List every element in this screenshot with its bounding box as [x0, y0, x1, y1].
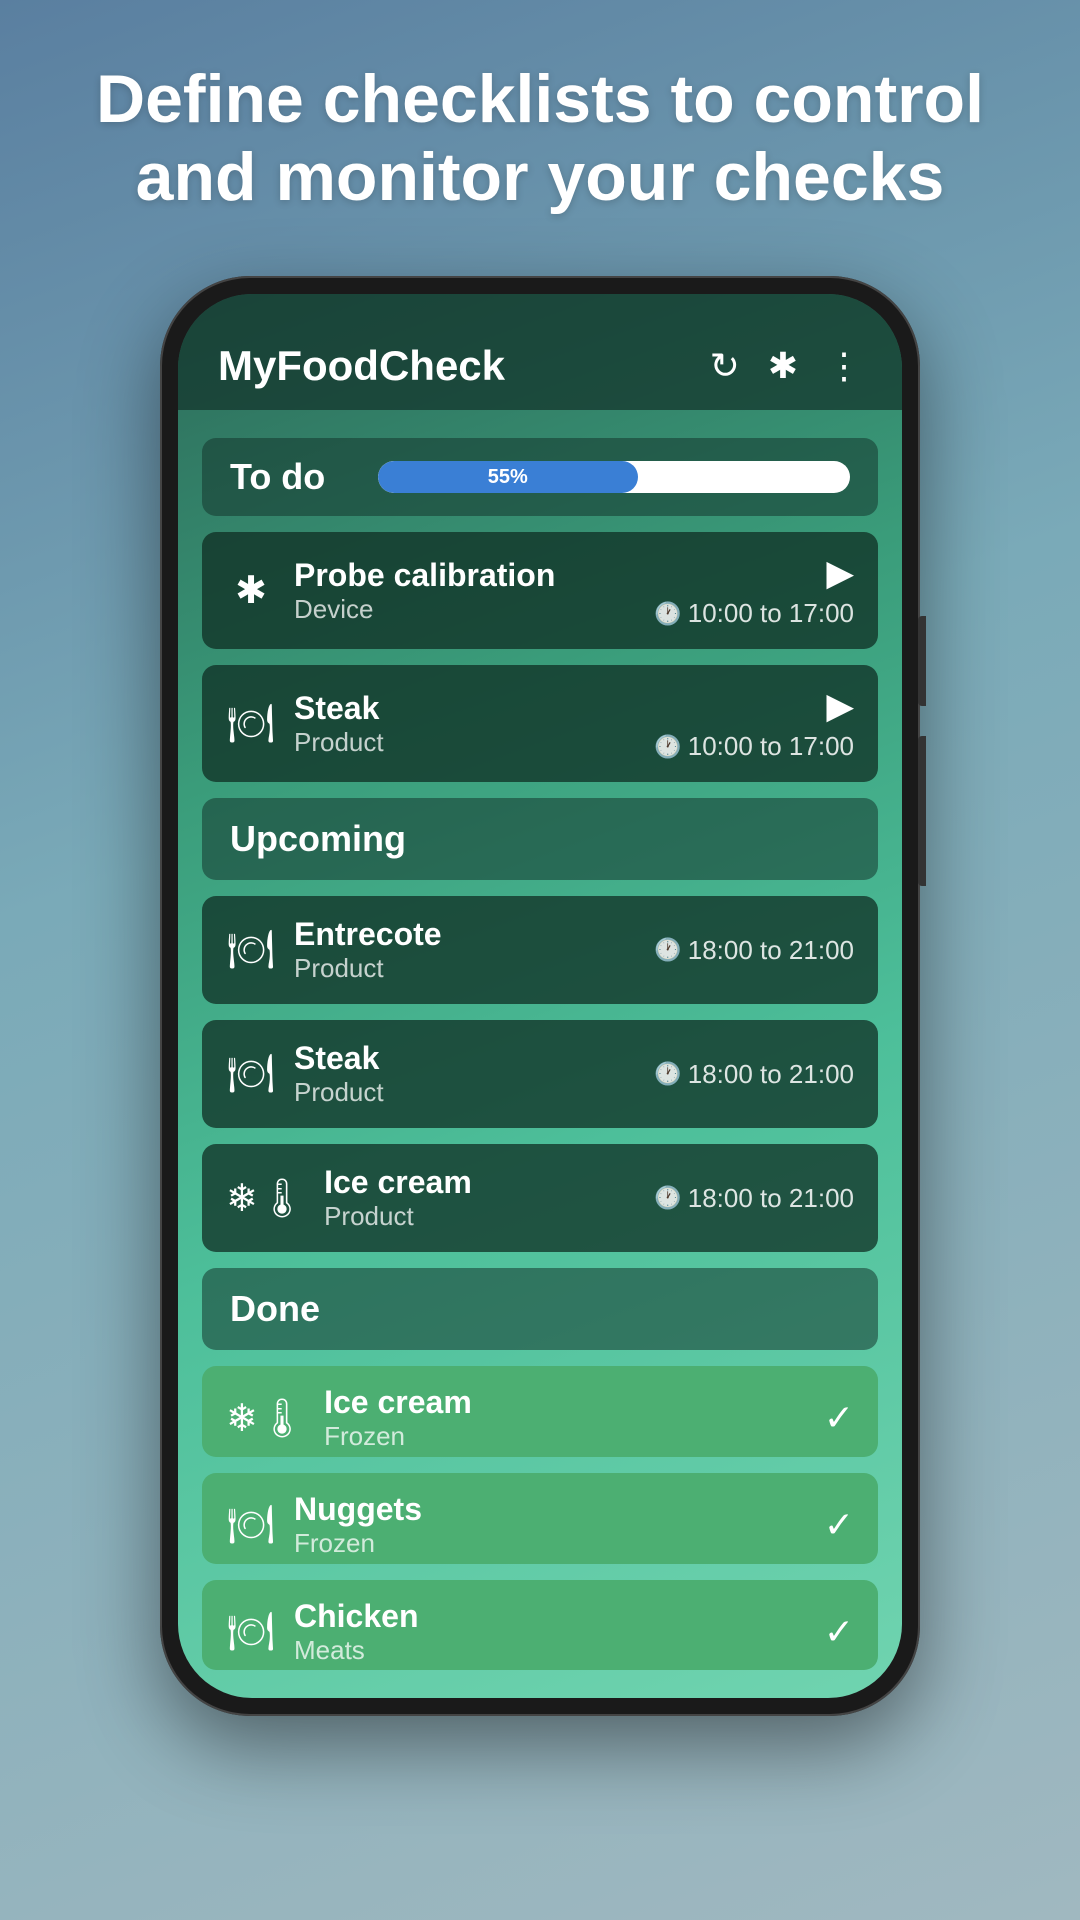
todo-item-probe-name: Probe calibration	[294, 557, 636, 594]
todo-item-steak-name: Steak	[294, 690, 636, 727]
clock-icon-icecream: 🕐	[654, 1185, 681, 1211]
upcoming-item-entrecote[interactable]: 🍽 Entrecote Product 🕐 18:00 to 21:00	[202, 896, 878, 1004]
bluetooth-item-icon: ✱	[226, 568, 276, 613]
progress-bar-fill: 55%	[378, 461, 638, 493]
clock-icon-probe: 🕐	[654, 601, 681, 627]
todo-item-steak[interactable]: 🍽 Steak Product ▶ 🕐 10:00 to 17:00	[202, 665, 878, 782]
upcoming-item-icecream[interactable]: ❄🌡 Ice cream Product 🕐 18:00 to 21:00	[202, 1144, 878, 1252]
todo-section-header: To do 55%	[202, 438, 878, 516]
scroll-area: To do 55% ✱ Probe calibration Device	[178, 410, 902, 1698]
check-icon-nuggets: ✓	[824, 1504, 854, 1546]
hero-title: Define checklists to control and monitor…	[0, 60, 1080, 216]
phone-frame: MyFoodCheck ↻ ✱ ⋮ To do 55%	[160, 276, 920, 1716]
todo-item-probe-type: Device	[294, 594, 636, 625]
food-icon-entrecote: 🍽	[226, 928, 276, 972]
todo-item-probe-time: 🕐 10:00 to 17:00	[654, 598, 854, 629]
upcoming-steak-name: Steak	[294, 1040, 636, 1077]
refresh-icon[interactable]: ↻	[710, 345, 740, 387]
clock-icon-steak: 🕐	[654, 734, 681, 760]
done-item-icecream[interactable]: ❄🌡 Ice cream Frozen ✓ 12/21/22, 4:00 PM …	[202, 1366, 878, 1457]
todo-item-steak-time: 🕐 10:00 to 17:00	[654, 731, 854, 762]
done-chicken-type: Meats	[294, 1635, 806, 1666]
todo-item-steak-type: Product	[294, 727, 636, 758]
done-section-header: Done	[202, 1268, 878, 1350]
done-icecream-type: Frozen	[324, 1421, 806, 1452]
clock-icon-entrecote: 🕐	[654, 937, 681, 963]
upcoming-entrecote-type: Product	[294, 953, 636, 984]
done-icecream-name: Ice cream	[324, 1384, 806, 1421]
check-icon-icecream: ✓	[824, 1397, 854, 1439]
upcoming-entrecote-name: Entrecote	[294, 916, 636, 953]
app-title: MyFoodCheck	[218, 342, 505, 390]
done-item-nuggets[interactable]: 🍽 Nuggets Frozen ✓ 12/21/22, 4:00 PM 358…	[202, 1473, 878, 1564]
done-chicken-name: Chicken	[294, 1598, 806, 1635]
todo-label: To do	[230, 456, 350, 498]
food-icon-done-chicken: 🍽	[226, 1610, 276, 1654]
food-icon-steak-upcoming: 🍽	[226, 1052, 276, 1096]
upcoming-steak-time: 🕐 18:00 to 21:00	[654, 1059, 854, 1090]
bluetooth-icon[interactable]: ✱	[768, 345, 798, 387]
snowflake-icon-done-icecream: ❄🌡	[226, 1396, 306, 1441]
done-item-chicken[interactable]: 🍽 Chicken Meats ✓ 12/21/22, 4:00 PM 144.…	[202, 1580, 878, 1671]
upcoming-icecream-type: Product	[324, 1201, 636, 1232]
more-icon[interactable]: ⋮	[826, 345, 862, 387]
food-icon-done-nuggets: 🍽	[226, 1503, 276, 1547]
progress-bar-bg: 55%	[378, 461, 850, 493]
upcoming-steak-type: Product	[294, 1077, 636, 1108]
check-icon-chicken: ✓	[824, 1611, 854, 1653]
play-icon-steak[interactable]: ▶	[826, 685, 854, 727]
upcoming-entrecote-time: 🕐 18:00 to 21:00	[654, 935, 854, 966]
upcoming-icecream-name: Ice cream	[324, 1164, 636, 1201]
snowflake-icon-icecream-upcoming: ❄🌡	[226, 1176, 306, 1221]
done-nuggets-name: Nuggets	[294, 1491, 806, 1528]
done-nuggets-type: Frozen	[294, 1528, 806, 1559]
upcoming-section-header: Upcoming	[202, 798, 878, 880]
todo-item-probe[interactable]: ✱ Probe calibration Device ▶ 🕐 10:00 to …	[202, 532, 878, 649]
food-icon-steak-todo: 🍽	[226, 702, 276, 746]
upcoming-icecream-time: 🕐 18:00 to 21:00	[654, 1183, 854, 1214]
clock-icon-steak-upcoming: 🕐	[654, 1061, 681, 1087]
top-bar: MyFoodCheck ↻ ✱ ⋮	[178, 294, 902, 410]
play-icon-probe[interactable]: ▶	[826, 552, 854, 594]
upcoming-item-steak[interactable]: 🍽 Steak Product 🕐 18:00 to 21:00	[202, 1020, 878, 1128]
